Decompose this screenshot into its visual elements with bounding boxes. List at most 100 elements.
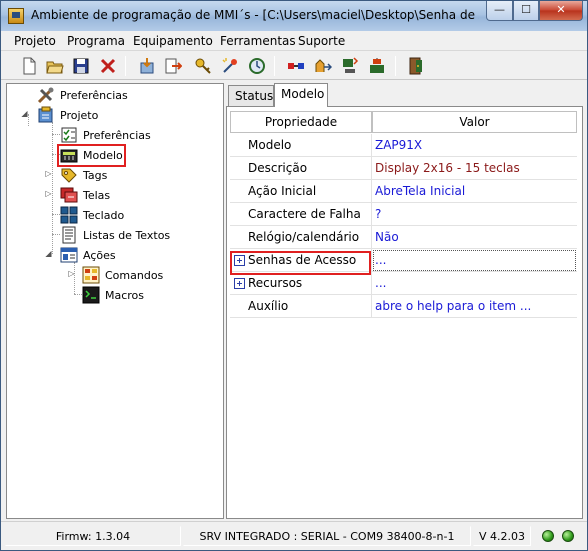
close-button[interactable]: ✕	[539, 1, 583, 21]
tree-item-label: Teclado	[83, 208, 125, 222]
tree-item-listas-de-textos[interactable]: Listas de Textos	[60, 226, 170, 244]
connect-icon[interactable]	[285, 55, 307, 77]
property-row-relogio-calendario[interactable]: Relógio/calendário Não	[230, 226, 577, 249]
refresh-icon[interactable]	[246, 55, 268, 77]
tree-item-preferencias-root[interactable]: Preferências	[37, 86, 128, 104]
highlight-box	[230, 251, 371, 275]
menu-programa[interactable]: Programa	[67, 34, 125, 48]
key-icon[interactable]	[192, 55, 214, 77]
export-icon[interactable]	[162, 55, 184, 77]
status-version: V 4.2.03	[473, 526, 531, 546]
tree-item-label: Macros	[105, 288, 145, 302]
expand-icon[interactable]: ▷	[44, 169, 53, 178]
property-row-recursos[interactable]: Recursos ...	[230, 272, 577, 295]
property-value[interactable]: ZAP91X	[372, 134, 577, 157]
tree-line	[52, 234, 60, 235]
property-name: Descrição	[230, 157, 372, 180]
property-value[interactable]: Não	[372, 226, 577, 249]
tree-item-label: Comandos	[105, 268, 164, 282]
property-row-auxilio[interactable]: Auxílio abre o help para o item ...	[230, 295, 577, 318]
property-value[interactable]: abre o help para o item ...	[372, 295, 577, 318]
toolbar-separator	[125, 56, 126, 76]
column-header-value[interactable]: Valor	[372, 111, 577, 133]
tree-item-label: Tags	[83, 168, 108, 182]
tree-item-preferencias[interactable]: Preferências	[60, 126, 151, 144]
property-value[interactable]: ?	[372, 203, 577, 226]
status-led-icon	[542, 530, 554, 542]
tree-item-telas[interactable]: Telas	[60, 186, 110, 204]
properties-panel: Status Modelo Propriedade Valor Modelo Z…	[226, 83, 583, 519]
main-window: Ambiente de programação de MMI´s - [C:\U…	[0, 0, 588, 551]
property-value[interactable]: Display 2x16 - 15 teclas	[372, 157, 577, 180]
collapse-icon[interactable]: ◢	[44, 249, 53, 258]
commands-icon	[82, 266, 100, 284]
toolbar-separator	[395, 56, 396, 76]
property-row-descricao[interactable]: Descrição Display 2x16 - 15 teclas	[230, 157, 577, 180]
minimize-button[interactable]: —	[486, 1, 513, 21]
tree-item-modelo[interactable]: Modelo	[60, 146, 123, 164]
property-value[interactable]: AbreTela Inicial	[372, 180, 577, 203]
property-row-modelo[interactable]: Modelo ZAP91X	[230, 134, 577, 157]
import-icon[interactable]	[136, 55, 158, 77]
tree-item-label: Preferências	[83, 128, 151, 142]
delete-icon[interactable]	[97, 55, 119, 77]
tree-item-label: Listas de Textos	[83, 228, 171, 242]
menu-equipamento[interactable]: Equipamento	[133, 34, 213, 48]
property-value[interactable]: ...	[372, 272, 577, 295]
maximize-button[interactable]: ☐	[513, 1, 539, 21]
tree-item-projeto[interactable]: Projeto	[37, 106, 98, 124]
property-name: Ação Inicial	[230, 180, 372, 203]
property-value[interactable]: ...	[372, 249, 577, 272]
tree-item-teclado[interactable]: Teclado	[60, 206, 124, 224]
tree-item-label: Modelo	[83, 148, 123, 162]
project-tree[interactable]: Preferências ◢ Projeto Preferências Mode…	[6, 83, 224, 519]
tab-modelo[interactable]: Modelo	[274, 83, 328, 107]
tree-item-label: Preferências	[60, 88, 128, 102]
collapse-icon[interactable]: ◢	[20, 109, 29, 118]
tree-item-macros[interactable]: Macros	[82, 286, 144, 304]
status-firmware: Firmw: 1.3.04	[5, 526, 181, 546]
tree-item-label: Projeto	[60, 108, 99, 122]
exit-icon[interactable]	[405, 55, 427, 77]
column-header-property[interactable]: Propriedade	[230, 111, 372, 133]
actions-icon	[60, 247, 78, 263]
menu-ferramentas[interactable]: Ferramentas	[220, 34, 296, 48]
app-icon	[8, 8, 24, 24]
open-folder-icon[interactable]	[44, 55, 66, 77]
property-name: Caractere de Falha	[230, 203, 372, 226]
toolbar	[1, 52, 587, 80]
tab-status[interactable]: Status	[228, 85, 274, 106]
menu-projeto[interactable]: Projeto	[14, 34, 56, 48]
new-file-icon[interactable]	[18, 55, 40, 77]
expand-icon[interactable]: ▷	[67, 269, 76, 278]
save-icon[interactable]	[70, 55, 92, 77]
download-icon[interactable]	[339, 55, 361, 77]
property-name: Relógio/calendário	[230, 226, 372, 249]
device-icon	[60, 149, 78, 163]
property-row-acao-inicial[interactable]: Ação Inicial AbreTela Inicial	[230, 180, 577, 203]
tree-item-tags[interactable]: Tags	[60, 166, 107, 184]
property-name: Modelo	[230, 134, 372, 157]
expand-icon[interactable]: ▷	[44, 189, 53, 198]
tree-item-label: Telas	[83, 188, 111, 202]
window-title: Ambiente de programação de MMI´s - [C:\U…	[31, 8, 479, 22]
compile-icon[interactable]	[219, 55, 241, 77]
toolbar-separator	[274, 56, 275, 76]
tree-item-acoes[interactable]: Ações	[60, 246, 116, 264]
screens-icon	[60, 187, 78, 203]
property-row-caractere-de-falha[interactable]: Caractere de Falha ?	[230, 203, 577, 226]
text-list-icon	[62, 226, 76, 244]
tags-icon	[61, 168, 77, 183]
menu-suporte[interactable]: Suporte	[298, 34, 345, 48]
title-bar[interactable]: Ambiente de programação de MMI´s - [C:\U…	[1, 1, 587, 31]
tree-line	[52, 214, 60, 215]
status-connection: SRV INTEGRADO : SERIAL - COM9 38400-8-n-…	[183, 526, 471, 546]
tree-item-comandos[interactable]: Comandos	[82, 266, 163, 284]
upload-icon[interactable]	[366, 55, 388, 77]
property-grid-frame: Propriedade Valor Modelo ZAP91X Descriçã…	[226, 106, 583, 519]
checklist-icon	[61, 127, 77, 143]
transfer-icon[interactable]	[312, 55, 334, 77]
property-name: Recursos	[230, 272, 372, 295]
tree-line	[52, 134, 60, 135]
menu-bar: Projeto Programa Equipamento Ferramentas…	[1, 31, 587, 51]
